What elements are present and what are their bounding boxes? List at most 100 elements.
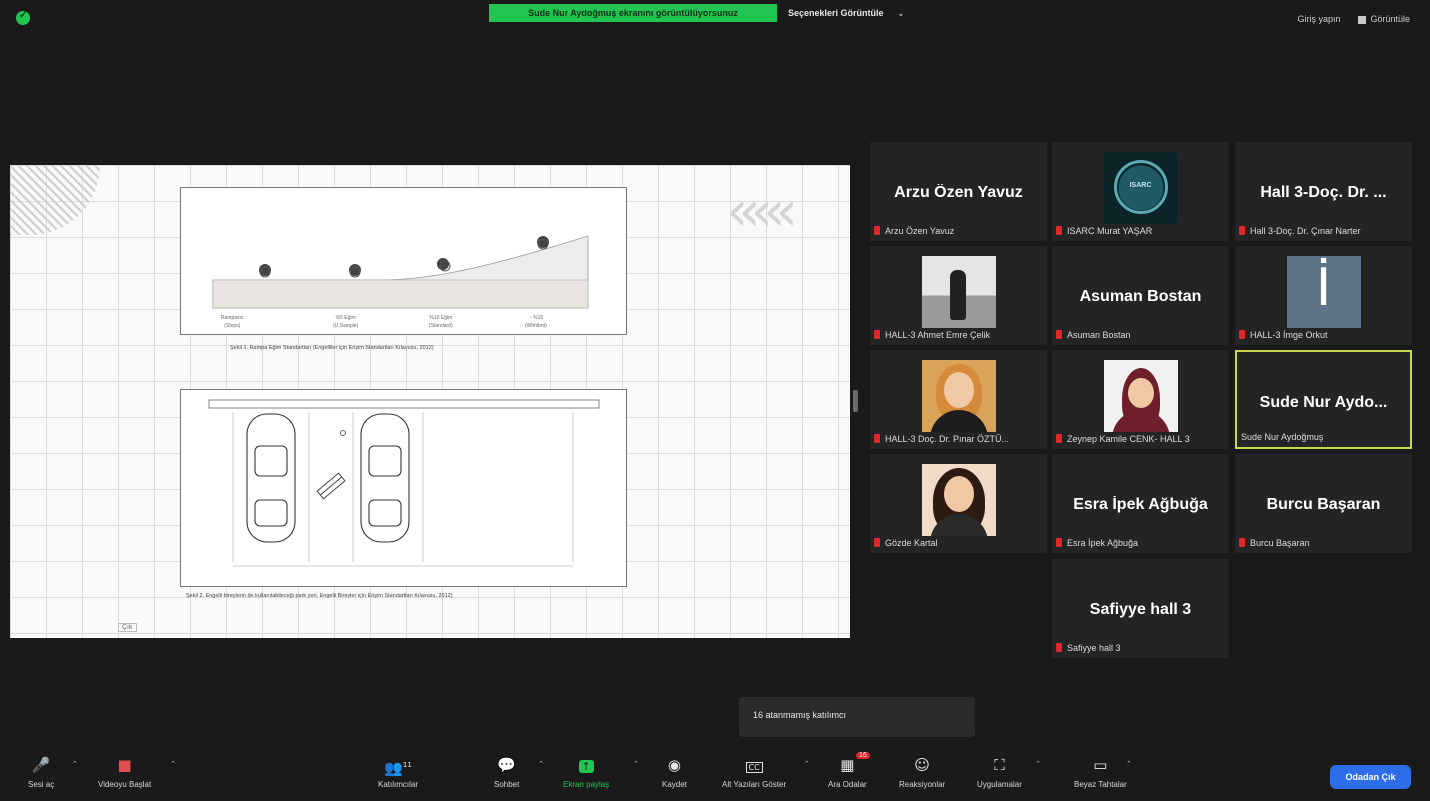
participant-display-name: Esra İpek Ağbuğa — [1073, 496, 1208, 513]
apps-icon: ⛶ — [994, 756, 1005, 774]
presentation-exit-button[interactable]: Çık — [118, 623, 137, 632]
participant-tile[interactable]: Gözde Kartal — [870, 454, 1047, 553]
participants-button[interactable]: 👥11 Katılımcılar — [378, 756, 418, 789]
whiteboards-button[interactable]: ▭ Beyaz Tahtalar ⌃ — [1074, 756, 1132, 789]
presentation-toolbar: Çık — [18, 623, 137, 632]
closed-captions-icon: CC — [722, 756, 786, 774]
chat-bubble-icon: 💬 — [497, 756, 517, 774]
participant-name: Arzu Özen Yavuz — [885, 226, 955, 236]
participant-display-name: Burcu Başaran — [1266, 496, 1381, 513]
top-bar: Sude Nur Aydoğmuş ekranını görüntülüyors… — [0, 0, 1430, 36]
participant-name-label: HALL-3 Doç. Dr. Pınar ÖZTÜ... — [874, 434, 1009, 444]
participant-tile[interactable]: HALL-3 Doç. Dr. Pınar ÖZTÜ... — [870, 350, 1047, 449]
parking-diagram — [208, 399, 600, 567]
chevron-down-icon: ⌄ — [897, 9, 905, 18]
chevron-up-icon[interactable]: ⌃ — [633, 760, 639, 768]
microphone-muted-icon — [1056, 330, 1062, 339]
chevron-up-icon[interactable]: ⌃ — [1035, 760, 1041, 768]
participant-name-label: Gözde Kartal — [874, 538, 938, 548]
microphone-muted-icon — [1056, 643, 1062, 652]
grid-view-icon — [1358, 15, 1367, 24]
start-video-button[interactable]: ■ Videoyu Başlat ⌃ — [98, 756, 176, 789]
participant-name: Hall 3-Doç. Dr. Çınar Narter — [1250, 226, 1361, 236]
captions-label: Alt Yazıları Göster — [722, 780, 787, 789]
participant-name-label: Zeynep Kamile CENK- HALL 3 — [1056, 434, 1190, 444]
participant-name: Gözde Kartal — [885, 538, 938, 548]
whiteboards-label: Beyaz Tahtalar — [1074, 780, 1127, 789]
share-screen-label: Ekran paylaş — [563, 780, 610, 789]
view-options-button[interactable]: Seçenekleri Görüntüle ⌄ — [778, 4, 915, 22]
reactions-button[interactable]: ☺ Reaksiyonlar — [899, 756, 945, 789]
participants-icon: 👥11 — [384, 759, 412, 777]
participants-label: Katılımcılar — [378, 780, 419, 789]
unassigned-participants-tooltip: 16 atanmamış katılımcı — [739, 697, 975, 737]
captions-button[interactable]: CC Alt Yazıları Göster ⌃ — [722, 756, 810, 789]
participant-name: Asuman Bostan — [1067, 330, 1131, 340]
participant-name: Esra İpek Ağbuğa — [1067, 538, 1139, 548]
chat-button[interactable]: 💬 Sohbet ⌃ — [494, 756, 544, 789]
share-screen-icon: ↑ — [563, 756, 609, 774]
record-label: Kaydet — [662, 780, 687, 789]
participant-avatar — [921, 256, 996, 328]
security-shield-icon[interactable] — [16, 10, 30, 25]
participant-tile[interactable]: İ HALL-3 İmge Orkut — [1235, 246, 1412, 345]
whiteboard-icon: ▭ — [1093, 756, 1108, 774]
microphone-muted-icon — [874, 538, 880, 547]
participant-tile[interactable]: Arzu Özen Yavuz Arzu Özen Yavuz — [870, 142, 1047, 241]
participant-name-label: Burcu Başaran — [1239, 538, 1310, 548]
participant-name: Safiyye hall 3 — [1067, 643, 1121, 653]
participant-name-label: HALL-3 İmge Orkut — [1239, 330, 1328, 340]
participant-tile[interactable]: Burcu Başaran Burcu Başaran — [1235, 454, 1412, 553]
decorative-stripes — [10, 165, 100, 235]
microphone-muted-icon — [1056, 434, 1062, 443]
unmute-button[interactable]: 🎤 Sesi aç ⌃ — [28, 756, 78, 789]
camera-off-icon: ■ — [117, 756, 132, 774]
participant-display-name: Asuman Bostan — [1079, 288, 1202, 305]
microphone-muted-icon — [1239, 538, 1245, 547]
ramp-label-2: %5 Eğim (U.Sample) — [333, 315, 359, 329]
breakout-rooms-button[interactable]: ▦ 16 Ara Odalar — [828, 752, 870, 789]
reactions-icon: ☺ — [914, 756, 930, 774]
microphone-muted-icon — [1239, 226, 1245, 235]
participant-name-label: Esra İpek Ağbuğa — [1056, 538, 1138, 548]
meeting-toolbar: 🎤 Sesi aç ⌃ ■ Videoyu Başlat ⌃ 👥11 Katıl… — [0, 744, 1430, 801]
participant-avatar: İ — [1286, 256, 1361, 328]
participant-tile[interactable]: Esra İpek Ağbuğa Esra İpek Ağbuğa — [1052, 454, 1229, 553]
participant-display-name: Sude Nur Aydo... — [1259, 394, 1388, 411]
signin-link[interactable]: Giriş yapın — [1297, 14, 1340, 24]
participant-tile[interactable]: HALL-3 Ahmet Emre Çelik — [870, 246, 1047, 345]
microphone-muted-icon — [874, 330, 880, 339]
participant-name-label: Asuman Bostan — [1056, 330, 1131, 340]
participant-tile[interactable]: Zeynep Kamile CENK- HALL 3 — [1052, 350, 1229, 449]
ramp-label-3: %10 Eğim (Standard) — [429, 315, 453, 329]
view-button[interactable]: Görüntüle — [1358, 14, 1410, 24]
participant-display-name: Arzu Özen Yavuz — [894, 184, 1023, 201]
participant-tile[interactable]: Sude Nur Aydo... Sude Nur Aydoğmuş — [1235, 350, 1412, 449]
panel-splitter-handle[interactable] — [853, 390, 858, 412]
participant-tile[interactable]: Asuman Bostan Asuman Bostan — [1052, 246, 1229, 345]
participant-tile[interactable]: Safiyye hall 3 Safiyye hall 3 — [1052, 559, 1229, 658]
leave-meeting-button[interactable]: Odadan Çık — [1330, 765, 1411, 789]
participants-count: 11 — [402, 761, 412, 769]
participant-avatar — [921, 360, 996, 432]
participant-tile[interactable]: Hall 3-Doç. Dr. ... Hall 3-Doç. Dr. Çınar… — [1235, 142, 1412, 241]
view-options-label: Seçenekleri Görüntüle — [788, 8, 884, 18]
participant-name-label: Safiyye hall 3 — [1056, 643, 1121, 653]
chevron-up-icon[interactable]: ⌃ — [804, 760, 810, 768]
share-screen-button[interactable]: ↑ Ekran paylaş ⌃ — [563, 756, 639, 789]
record-button[interactable]: ◉ Kaydet — [662, 756, 687, 789]
chevron-up-icon[interactable]: ⌃ — [538, 760, 544, 768]
participant-tile[interactable]: ISARC ISARC Murat YAŞAR — [1052, 142, 1229, 241]
participant-name: HALL-3 Ahmet Emre Çelik — [885, 330, 991, 340]
microphone-muted-icon — [1056, 226, 1062, 235]
ramp-slope-figure: Rampasız (Steps) %5 Eğim (U.Sample) %10 Eğ… — [180, 187, 627, 335]
top-right-controls: Giriş yapın Görüntüle — [1297, 14, 1410, 24]
screen-share-banner: Sude Nur Aydoğmuş ekranını görüntülüyors… — [489, 4, 777, 22]
chevron-up-icon[interactable]: ⌃ — [72, 760, 78, 768]
chevron-up-icon[interactable]: ⌃ — [1126, 760, 1132, 768]
unmute-label: Sesi aç — [28, 780, 55, 789]
participant-avatar — [921, 464, 996, 536]
apps-button[interactable]: ⛶ Uygulamalar ⌃ — [977, 756, 1041, 789]
chevron-up-icon[interactable]: ⌃ — [170, 760, 176, 768]
participant-name: HALL-3 İmge Orkut — [1250, 330, 1328, 340]
